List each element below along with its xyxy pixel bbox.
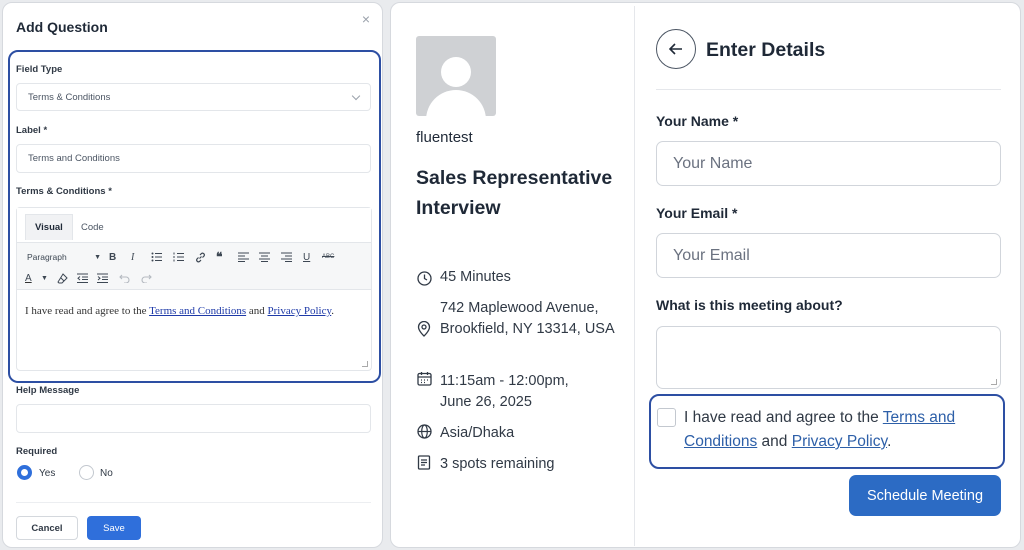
globe-icon	[416, 423, 432, 439]
close-icon[interactable]: ×	[362, 11, 370, 27]
clock-icon	[416, 270, 432, 286]
name-label: Your Name *	[656, 113, 739, 129]
booking-panel: fluentest Sales Representative Interview…	[390, 2, 1021, 548]
host-name: fluentest	[416, 129, 473, 146]
meeting-about-textarea[interactable]	[656, 326, 1001, 389]
event-title: Sales Representative Interview	[416, 167, 613, 219]
location-text: 742 Maplewood Avenue, Brookfield, NY 133…	[440, 300, 615, 337]
add-question-modal: Add Question × Field Type Terms & Condit…	[2, 2, 383, 548]
save-button[interactable]: Save	[87, 516, 141, 540]
name-placeholder: Your Name	[673, 154, 753, 172]
column-divider	[634, 6, 635, 546]
footer-divider	[16, 502, 371, 503]
avatar-head	[441, 57, 471, 87]
highlight-box-left	[8, 50, 381, 383]
enter-details-heading: Enter Details	[706, 39, 826, 61]
help-message-input[interactable]	[16, 404, 371, 433]
heading-divider	[656, 89, 1001, 90]
spots-text: 3 spots remaining	[440, 456, 555, 472]
timezone-text: Asia/Dhaka	[440, 425, 515, 441]
email-placeholder: Your Email	[673, 246, 750, 264]
textarea-resize-icon[interactable]	[991, 379, 997, 385]
name-input[interactable]: Your Name	[656, 141, 1001, 186]
required-yes-radio[interactable]	[17, 465, 32, 480]
schedule-meeting-button[interactable]: Schedule Meeting	[849, 475, 1001, 516]
calendar-icon	[416, 370, 432, 386]
avatar	[416, 36, 496, 116]
highlight-box-right	[649, 394, 1005, 469]
document-icon	[416, 454, 432, 470]
time-text: 11:15am - 12:00pm, June 26, 2025	[440, 373, 569, 410]
cancel-button[interactable]: Cancel	[16, 516, 78, 540]
required-label: Required	[16, 446, 58, 457]
avatar-body	[426, 90, 486, 116]
back-button[interactable]	[656, 29, 696, 69]
duration-text: 45 Minutes	[440, 269, 511, 285]
help-message-label: Help Message	[16, 385, 80, 396]
required-yes-label: Yes	[39, 468, 56, 479]
email-input[interactable]: Your Email	[656, 233, 1001, 278]
location-pin-icon	[416, 321, 432, 337]
required-no-label: No	[100, 468, 113, 479]
back-arrow-icon	[669, 43, 682, 55]
modal-title: Add Question	[16, 19, 108, 35]
meeting-about-label: What is this meeting about?	[656, 297, 843, 313]
email-label: Your Email *	[656, 205, 738, 221]
screenshot-root: Add Question × Field Type Terms & Condit…	[0, 0, 1024, 550]
required-no-radio[interactable]	[79, 465, 94, 480]
